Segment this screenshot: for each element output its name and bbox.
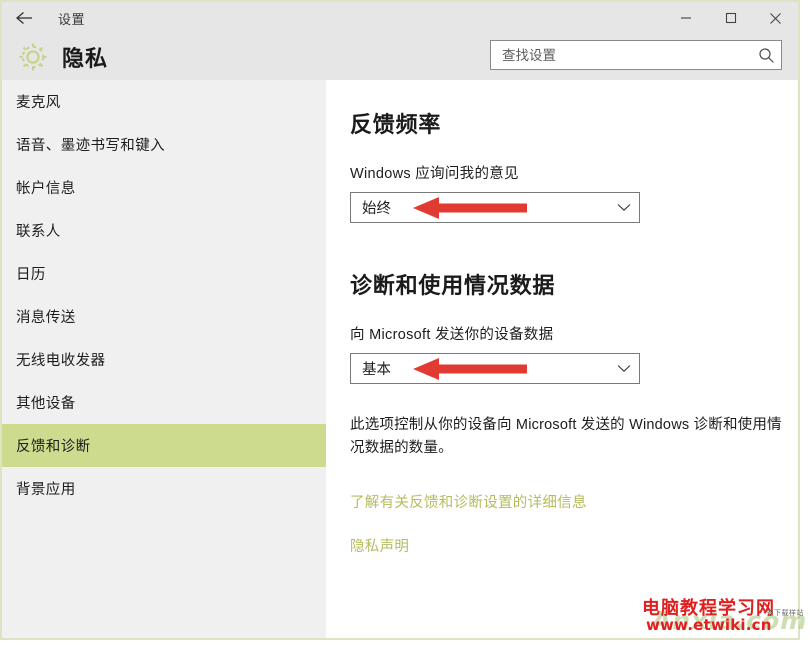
link-privacy-statement[interactable]: 隐私声明 xyxy=(350,535,774,556)
sidebar-item-calendar[interactable]: 日历 xyxy=(2,252,326,295)
sidebar-item-messaging[interactable]: 消息传送 xyxy=(2,295,326,338)
label-send-device-data: 向 Microsoft 发送你的设备数据 xyxy=(350,327,554,343)
sidebar-item-label: 背景应用 xyxy=(16,482,76,498)
settings-window: 设置 隐私 查找设置 麦克风 语音、墨迹书写和键入 帐户信息 联系人 日历 消息… xyxy=(0,0,800,640)
page-header: 隐私 xyxy=(2,34,798,80)
close-button[interactable] xyxy=(753,2,798,34)
maximize-icon xyxy=(725,12,737,24)
label-windows-ask-feedback: Windows 应询问我的意见 xyxy=(350,166,519,182)
link-learn-more-feedback-diagnostics[interactable]: 了解有关反馈和诊断设置的详细信息 xyxy=(350,491,774,512)
sidebar-item-microphone[interactable]: 麦克风 xyxy=(2,80,326,123)
feedback-frequency-value: 始终 xyxy=(362,201,391,217)
section-title-diagnostics-usage-data: 诊断和使用情况数据 xyxy=(350,273,556,298)
content-area: 麦克风 语音、墨迹书写和键入 帐户信息 联系人 日历 消息传送 无线电收发器 其… xyxy=(2,80,798,638)
sidebar-item-radios[interactable]: 无线电收发器 xyxy=(2,338,326,381)
back-arrow-icon xyxy=(15,10,35,26)
close-icon xyxy=(769,12,782,25)
sidebar-item-label: 反馈和诊断 xyxy=(16,439,91,455)
sidebar-item-label: 帐户信息 xyxy=(16,181,76,197)
minimize-icon xyxy=(680,12,692,24)
search-input[interactable] xyxy=(491,41,751,69)
gear-icon xyxy=(16,40,50,74)
page-title: 隐私 xyxy=(62,46,109,71)
sidebar-item-feedback-diagnostics[interactable]: 反馈和诊断 xyxy=(2,424,326,467)
sidebar-item-label: 无线电收发器 xyxy=(16,353,106,369)
sidebar-item-label: 语音、墨迹书写和键入 xyxy=(16,138,165,154)
sidebar-item-label: 联系人 xyxy=(16,224,61,240)
diagnostics-description: 此选项控制从你的设备向 Microsoft 发送的 Windows 诊断和使用情… xyxy=(350,417,782,457)
chevron-down-icon[interactable] xyxy=(609,364,639,373)
chevron-down-icon[interactable] xyxy=(609,203,639,212)
titlebar-title: 设置 xyxy=(58,11,86,27)
window-controls xyxy=(663,2,798,34)
diagnostic-data-dropdown[interactable]: 基本 xyxy=(350,353,640,384)
feedback-frequency-dropdown[interactable]: 始终 xyxy=(350,192,640,223)
settings-main-pane: 反馈频率 Windows 应询问我的意见 始终 诊断和使用情况数据 向 Micr… xyxy=(326,80,798,638)
sidebar-item-label: 其他设备 xyxy=(16,396,76,412)
section-title-feedback-frequency: 反馈频率 xyxy=(350,112,442,137)
sidebar-item-label: 消息传送 xyxy=(16,310,76,326)
diagnostic-data-value: 基本 xyxy=(362,362,391,378)
sidebar-item-label: 日历 xyxy=(16,267,46,283)
sidebar-item-other-devices[interactable]: 其他设备 xyxy=(2,381,326,424)
sidebar-item-account-info[interactable]: 帐户信息 xyxy=(2,166,326,209)
sidebar-item-contacts[interactable]: 联系人 xyxy=(2,209,326,252)
sidebar-item-background-apps[interactable]: 背景应用 xyxy=(2,467,326,510)
sidebar-item-label: 麦克风 xyxy=(16,95,61,111)
search-box[interactable] xyxy=(490,40,782,70)
minimize-button[interactable] xyxy=(663,2,708,34)
settings-sidebar[interactable]: 麦克风 语音、墨迹书写和键入 帐户信息 联系人 日历 消息传送 无线电收发器 其… xyxy=(2,80,326,638)
maximize-button[interactable] xyxy=(708,2,753,34)
back-button[interactable] xyxy=(2,2,48,34)
sidebar-item-speech-inking-typing[interactable]: 语音、墨迹书写和键入 xyxy=(2,123,326,166)
search-icon[interactable] xyxy=(751,47,781,64)
title-bar: 设置 xyxy=(2,2,798,34)
